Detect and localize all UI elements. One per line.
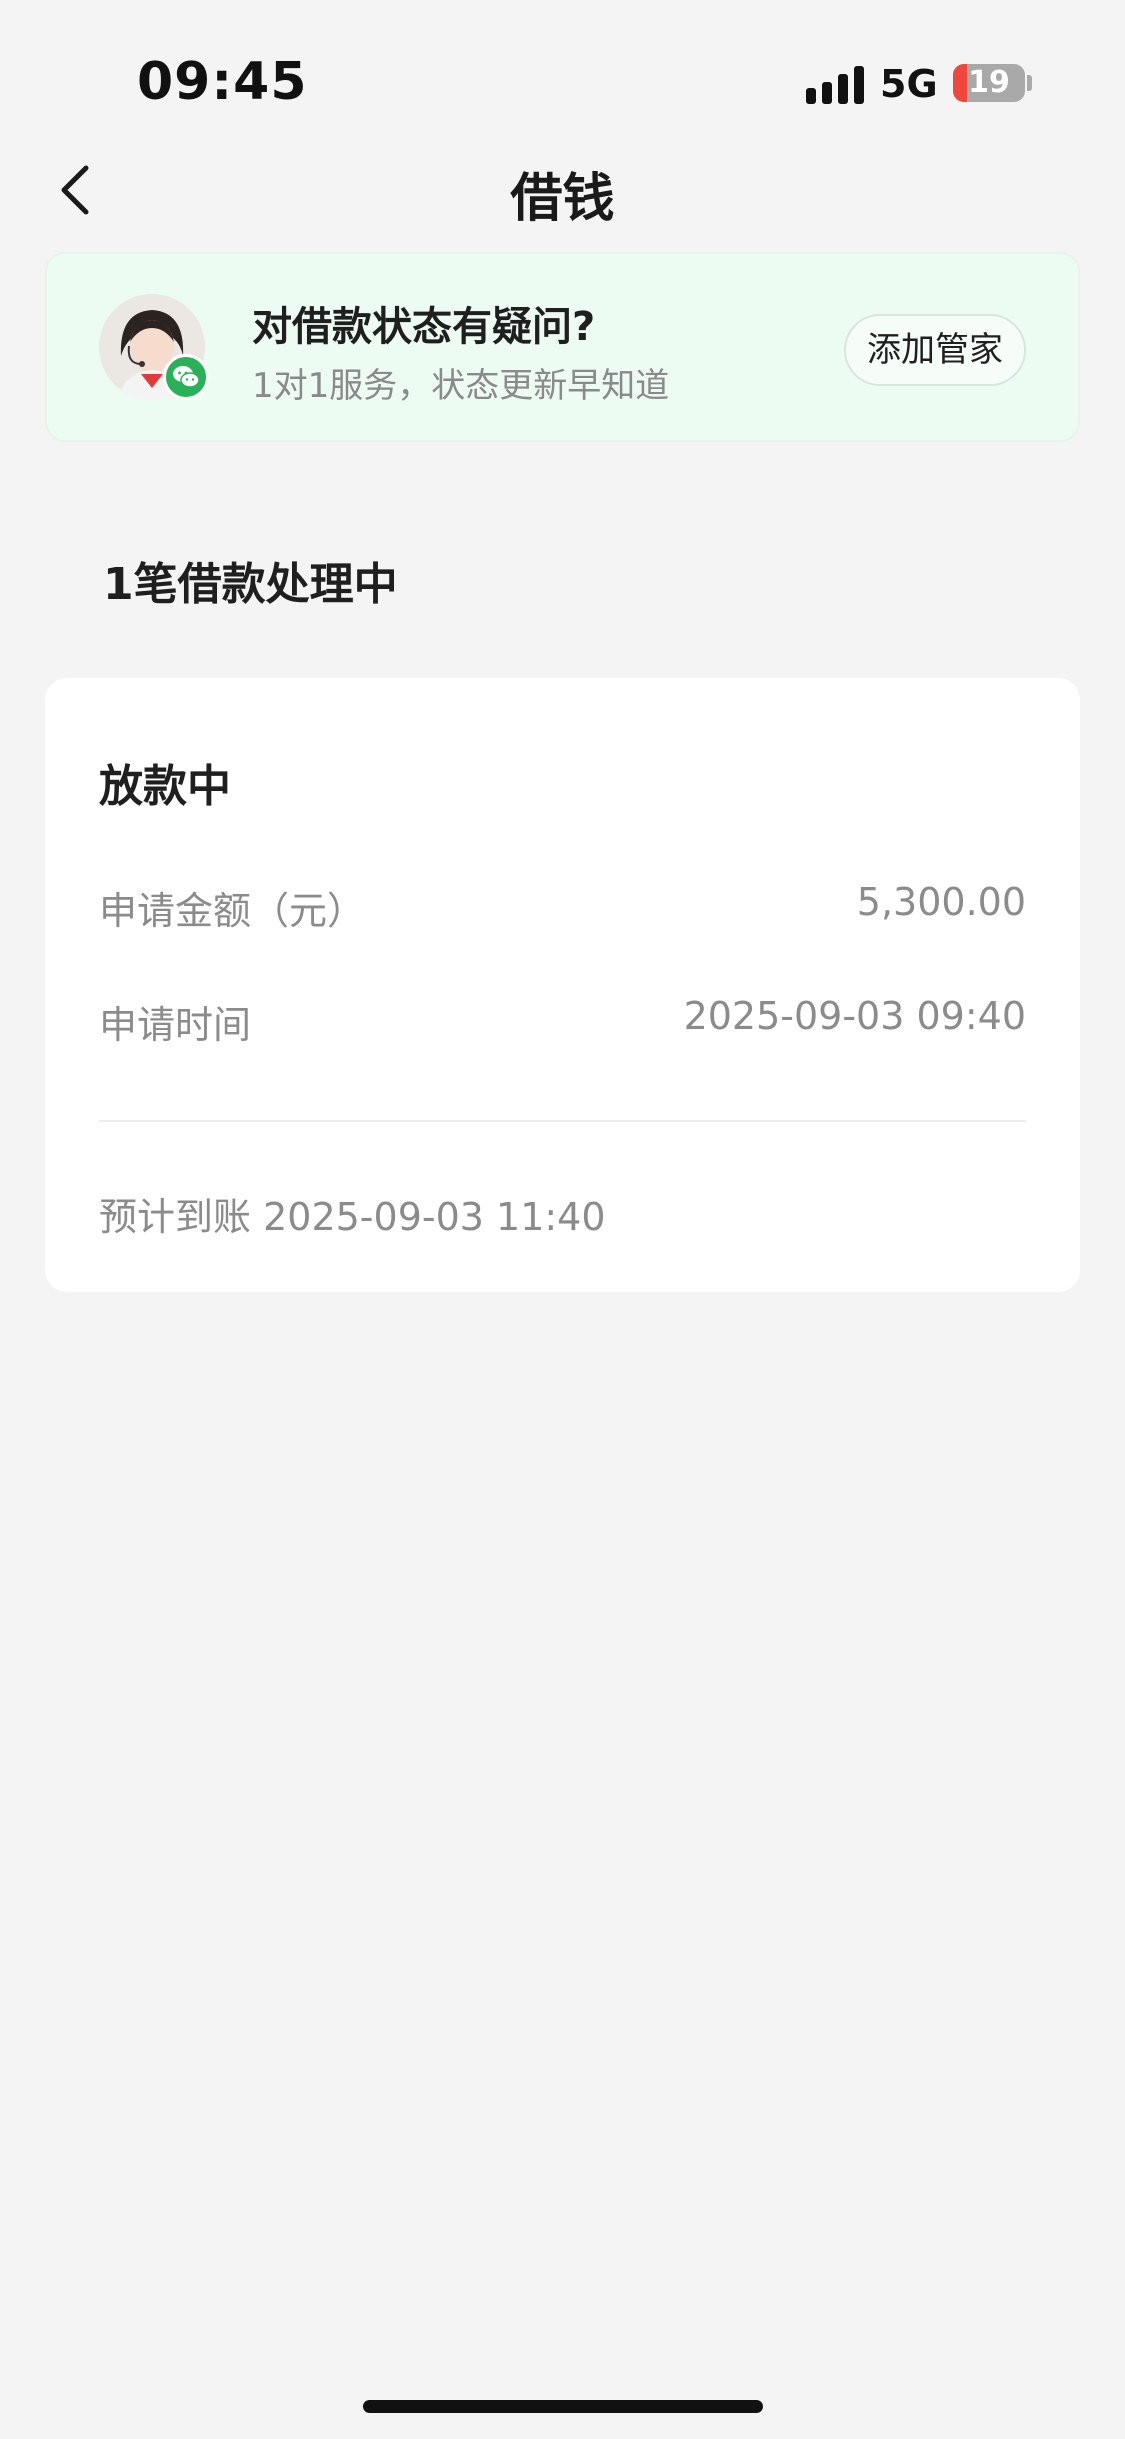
status-bar: 09:45 5G 19 (0, 0, 1125, 150)
signal-icon (806, 64, 864, 104)
amount-label: 申请金额（元） (99, 889, 366, 933)
add-butler-button[interactable]: 添加管家 (844, 314, 1026, 386)
apply-time-label: 申请时间 (99, 1003, 252, 1047)
arrival-label: 预计到账 (99, 1195, 264, 1239)
arrival-time: 2025-09-03 11:40 (263, 1195, 606, 1239)
wechat-icon (163, 354, 209, 400)
amount-value: 5,300.00 (856, 880, 1026, 924)
home-indicator[interactable] (363, 2400, 763, 2413)
banner-subtitle: 1对1服务，状态更新早知道 (252, 366, 670, 406)
battery-level: 19 (968, 65, 1010, 100)
arrival-row: 预计到账 2025-09-03 11:40 (99, 1186, 606, 1241)
section-heading: 1笔借款处理中 (103, 559, 398, 610)
apply-time-value: 2025-09-03 09:40 (683, 994, 1026, 1038)
battery-cap (1027, 75, 1032, 91)
loan-status: 放款中 (99, 761, 231, 812)
card-divider (99, 1120, 1026, 1122)
network-label: 5G (880, 62, 938, 106)
status-time: 09:45 (137, 52, 308, 112)
page-title: 借钱 (510, 169, 615, 229)
banner-title: 对借款状态有疑问? (252, 304, 596, 350)
loan-card[interactable]: 放款中 申请金额（元） 5,300.00 申请时间 2025-09-03 09:… (45, 678, 1080, 1292)
battery-icon: 19 (953, 64, 1025, 102)
service-banner[interactable]: 对借款状态有疑问? 1对1服务，状态更新早知道 添加管家 (45, 252, 1080, 442)
